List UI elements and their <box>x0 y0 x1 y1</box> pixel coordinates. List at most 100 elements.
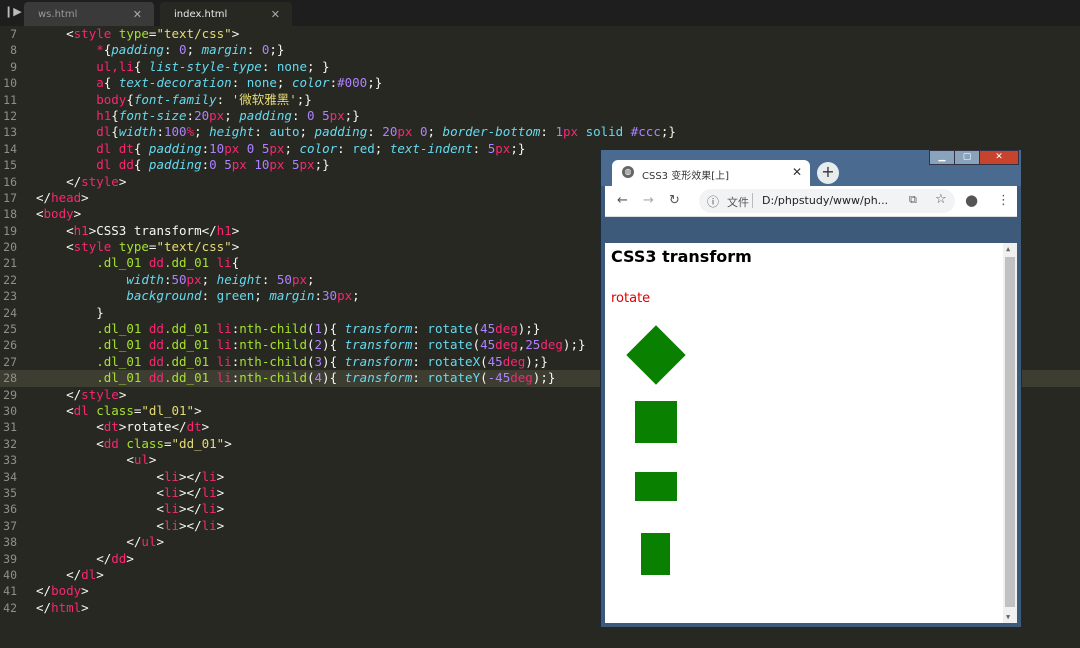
pseudo: nth-child <box>239 353 307 369</box>
line-number: 21 <box>3 256 17 271</box>
forward-arrow-icon[interactable]: → <box>643 193 654 208</box>
val: none <box>246 75 277 91</box>
translate-icon[interactable]: ⧉ <box>909 193 917 207</box>
tab-menu-arrow-icon[interactable]: ❙▶ <box>4 5 22 18</box>
line-number: 23 <box>3 289 17 304</box>
tag: dl <box>73 402 89 418</box>
unit: deg <box>510 370 533 386</box>
unit: px <box>337 288 353 304</box>
selector: dl <box>96 124 112 140</box>
tag: head <box>51 189 82 205</box>
prop: width <box>126 271 164 287</box>
line-number: 30 <box>3 403 17 418</box>
val: solid <box>585 124 624 140</box>
window-close-icon[interactable]: ✕ <box>979 150 1019 165</box>
close-icon[interactable]: ✕ <box>792 165 802 179</box>
tag: ul <box>133 452 149 468</box>
line-number: 37 <box>3 518 17 533</box>
prop: border-bottom <box>442 124 541 140</box>
unit: px <box>299 157 315 173</box>
tag: dt <box>186 419 202 435</box>
code-line[interactable]: 10 a{ text-decoration: none; color:#000;… <box>0 75 1080 91</box>
prop: transform <box>344 321 413 337</box>
tag: dt <box>103 419 119 435</box>
val: 10 <box>254 157 270 173</box>
unit: px <box>291 271 308 287</box>
tab-label: ws.html <box>38 9 78 20</box>
back-arrow-icon[interactable]: ← <box>617 193 628 208</box>
minimize-icon[interactable]: ▁ <box>929 150 955 165</box>
selector: body <box>96 91 127 107</box>
browser-tab[interactable]: ◍ CSS3 变形效果[上] ✕ <box>612 160 810 187</box>
fn: rotateY <box>427 370 481 386</box>
globe-icon: ◍ <box>622 166 634 178</box>
val: 20 <box>382 124 398 140</box>
star-icon[interactable]: ☆ <box>935 192 947 207</box>
selector: li <box>216 321 232 337</box>
selector: dl dt <box>96 140 134 156</box>
account-icon[interactable]: ● <box>965 191 978 209</box>
str: "text/css" <box>156 239 232 255</box>
menu-kebab-icon[interactable]: ⋮ <box>997 193 1010 208</box>
vertical-scrollbar[interactable]: ▲ ▼ <box>1003 243 1017 623</box>
code-line[interactable]: 12 h1{font-size:20px; padding: 0 5px;} <box>0 108 1080 124</box>
browser-window: ◍ CSS3 变形效果[上] ✕ + ▁ ▢ ✕ ← → ↻ ⓘ 文件 D:/php… <box>600 149 1022 628</box>
val: 2 <box>314 337 323 353</box>
val: auto <box>269 124 300 140</box>
unit: px <box>231 157 247 173</box>
unit: deg <box>495 337 518 353</box>
val: 45 <box>487 353 503 369</box>
selector: a <box>96 75 104 91</box>
tab-ws-html[interactable]: ws.html ✕ <box>24 2 154 26</box>
val: 4 <box>314 370 323 386</box>
val: red <box>352 140 375 156</box>
tag: style <box>81 386 119 402</box>
line-number: 14 <box>3 141 17 156</box>
close-icon[interactable]: ✕ <box>133 8 142 21</box>
scroll-up-icon[interactable]: ▲ <box>1006 245 1010 253</box>
tab-index-html[interactable]: index.html ✕ <box>160 2 292 26</box>
val: 30 <box>322 288 338 304</box>
line-number: 16 <box>3 174 17 189</box>
line-number: 29 <box>3 387 17 402</box>
code-line[interactable]: 13 dl{width:100%; height: auto; padding:… <box>0 124 1080 140</box>
info-icon[interactable]: ⓘ <box>707 193 719 210</box>
fn: rotateX <box>427 353 481 369</box>
prop: height <box>216 271 262 287</box>
line-number: 7 <box>10 27 17 41</box>
selector: .dd_01 <box>163 370 210 386</box>
unit: px <box>269 157 285 173</box>
address-bar[interactable]: ⓘ 文件 D:/phpstudy/www/ph... ⧉ ☆ <box>699 189 955 213</box>
reload-icon[interactable]: ↻ <box>669 193 680 208</box>
prop: transform <box>344 370 413 386</box>
selector: dd <box>148 255 164 271</box>
unit: px <box>269 140 285 156</box>
line-number: 18 <box>3 207 17 222</box>
code-line[interactable]: 7 <style type="text/css"> <box>0 26 1080 42</box>
prop: padding <box>148 140 202 156</box>
line-number: 27 <box>3 354 17 369</box>
maximize-icon[interactable]: ▢ <box>954 150 980 165</box>
tag: h1 <box>73 222 89 238</box>
text: rotate <box>126 419 172 435</box>
line-number: 25 <box>3 322 17 337</box>
window-controls: ▁ ▢ ✕ <box>929 150 1019 165</box>
editor-tab-strip: ❙▶ ws.html ✕ index.html ✕ <box>0 0 1080 26</box>
code-line[interactable]: 9 ul,li{ list-style-type: none; } <box>0 59 1080 75</box>
prop: font-size <box>118 107 187 123</box>
val: 50 <box>276 271 292 287</box>
address-url[interactable]: D:/phpstudy/www/ph... <box>762 194 888 207</box>
code-line[interactable]: 8 *{padding: 0; margin: 0;} <box>0 42 1080 58</box>
scroll-down-icon[interactable]: ▼ <box>1006 613 1010 621</box>
line-number: 34 <box>3 469 17 484</box>
prop: padding <box>239 107 292 123</box>
code-line[interactable]: 11 body{font-family: '微软雅黑';} <box>0 92 1080 108</box>
scrollbar-thumb[interactable] <box>1005 257 1015 607</box>
selector: li <box>216 370 232 386</box>
new-tab-button[interactable]: + <box>817 162 839 184</box>
val: #ccc <box>630 124 661 140</box>
pseudo: nth-child <box>239 337 307 353</box>
val: 100 <box>163 124 187 140</box>
close-icon[interactable]: ✕ <box>271 8 280 21</box>
tag: style <box>73 239 112 255</box>
